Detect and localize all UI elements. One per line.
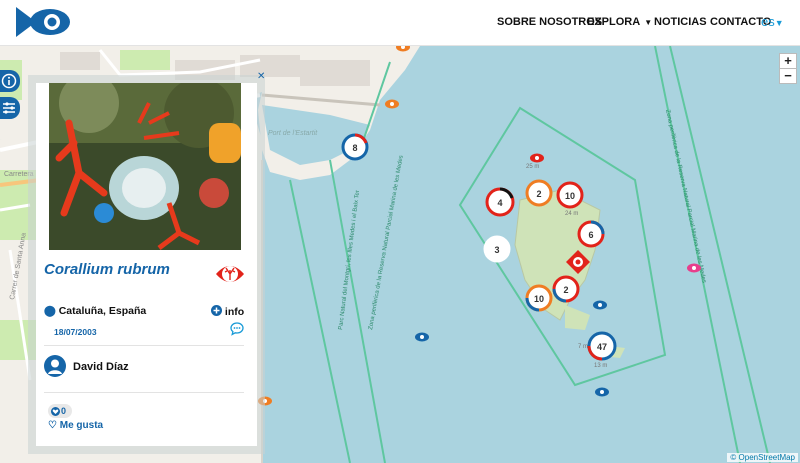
cluster-marker[interactable]: 10 — [525, 284, 553, 312]
zoom-in-button[interactable]: + — [779, 53, 797, 69]
cluster-marker[interactable]: 4 — [485, 187, 515, 217]
chevron-down-icon: ▼ — [644, 18, 653, 27]
likes-count-badge: 0 — [48, 404, 72, 418]
plus-circle-icon — [211, 305, 222, 316]
info-button[interactable]: info — [211, 305, 244, 318]
cluster-count: 10 — [534, 294, 544, 304]
eye-marker[interactable] — [258, 396, 272, 406]
top-navbar: SOBRE NOSOTROS EXPLORA ▼ NOTICIAS CONTACT… — [0, 0, 800, 46]
nav-explora-label: EXPLORA — [587, 16, 641, 28]
location-text: Cataluña, España — [58, 305, 147, 317]
eye-marker[interactable] — [396, 46, 410, 52]
location: ⬤ Cataluña, España — [44, 305, 146, 317]
nav-noticias[interactable]: NOTICIAS — [654, 16, 707, 28]
eye-marker[interactable] — [415, 332, 429, 342]
cluster-count: 2 — [536, 189, 541, 199]
language-selector[interactable]: es▼ — [761, 14, 784, 29]
comment-icon[interactable] — [230, 322, 244, 336]
cluster-marker[interactable]: 2 — [525, 179, 553, 207]
eye-marker[interactable] — [530, 153, 544, 163]
cluster-marker[interactable]: 3 — [483, 235, 511, 263]
zoom-out-button[interactable]: − — [779, 68, 797, 84]
cluster-marker[interactable]: 47 — [587, 331, 617, 361]
sliders-icon — [3, 102, 15, 114]
red-coral-category-icon — [216, 266, 244, 282]
like-button[interactable]: ♡ Me gusta — [48, 420, 103, 431]
cluster-marker[interactable]: 2 — [552, 275, 580, 303]
like-label: Me gusta — [59, 420, 104, 431]
species-name: Corallium rubrum — [44, 261, 170, 278]
info-side-button[interactable] — [0, 70, 20, 92]
selected-observation-marker[interactable] — [566, 250, 590, 274]
nav-explora[interactable]: EXPLORA ▼ — [587, 16, 652, 28]
cluster-count: 47 — [597, 342, 607, 352]
eye-marker[interactable] — [687, 263, 701, 273]
author-name[interactable]: David Díaz — [73, 361, 129, 373]
observation-date: 18/07/2003 — [54, 327, 97, 337]
cluster-count: 10 — [565, 191, 575, 201]
observation-panel: Corallium rubrum ⬤ Cataluña, España info… — [36, 83, 257, 446]
close-panel-icon[interactable]: ✕ — [257, 71, 265, 82]
map-attribution[interactable]: © OpenStreetMap — [727, 453, 798, 462]
observation-photo[interactable] — [49, 83, 241, 250]
heart-outline-icon: ♡ — [48, 420, 57, 431]
cluster-count: 3 — [494, 245, 499, 255]
cluster-marker[interactable]: 10 — [556, 181, 584, 209]
cluster-marker[interactable]: 8 — [341, 133, 369, 161]
cluster-count: 4 — [497, 198, 502, 208]
divider — [44, 392, 244, 393]
user-icon — [48, 359, 62, 374]
divider — [44, 345, 244, 346]
eye-marker[interactable] — [593, 300, 607, 310]
info-circle-icon — [1, 73, 17, 89]
info-label: info — [224, 306, 245, 318]
cluster-count: 8 — [352, 143, 357, 153]
caret-down-icon: ▼ — [774, 18, 784, 28]
heart-circle-icon — [51, 406, 60, 416]
avatar[interactable] — [44, 355, 66, 377]
cluster-marker[interactable]: 6 — [577, 220, 605, 248]
eye-marker[interactable] — [385, 99, 399, 109]
fish-eye-logo[interactable] — [14, 5, 72, 44]
language-label: es — [761, 14, 775, 29]
cluster-count: 6 — [588, 230, 593, 240]
map-pin-icon: ⬤ — [44, 305, 56, 317]
filter-side-button[interactable] — [0, 97, 20, 119]
cluster-count: 2 — [563, 285, 568, 295]
eye-marker[interactable] — [595, 387, 609, 397]
likes-count: 0 — [61, 406, 67, 416]
